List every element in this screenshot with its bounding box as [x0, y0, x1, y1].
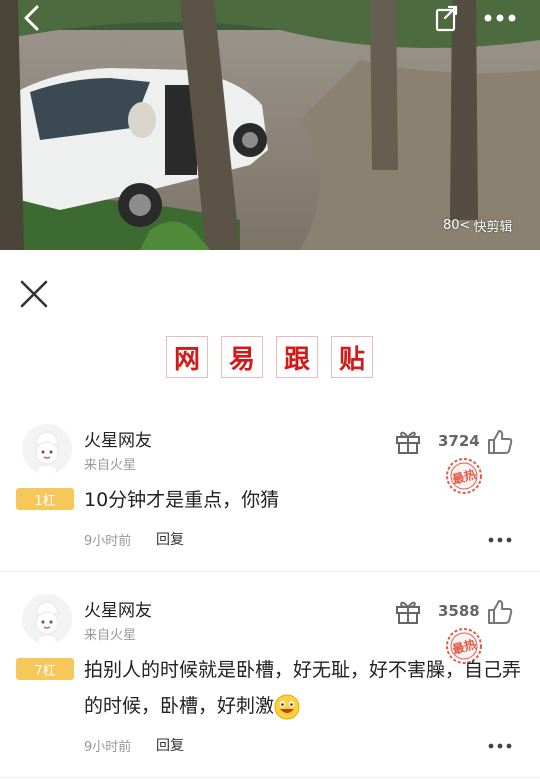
- thumbs-up-icon: [488, 600, 513, 624]
- like-count: 3724: [438, 432, 480, 450]
- like-button[interactable]: [486, 598, 514, 626]
- chevron-left-icon: [24, 5, 39, 31]
- brand-char: 贴: [331, 336, 373, 378]
- comment-text: 10分钟才是重点，你猜: [84, 489, 280, 511]
- comment-more-button[interactable]: [486, 532, 514, 546]
- brand-logo: 网 易 跟 贴: [166, 336, 373, 378]
- username[interactable]: 火星网友: [84, 596, 152, 621]
- comment-time: 9小时前: [84, 534, 132, 549]
- share-icon: [435, 5, 458, 32]
- username[interactable]: 火星网友: [84, 426, 152, 451]
- comment-time: 9小时前: [84, 740, 132, 755]
- gift-button[interactable]: [394, 598, 422, 624]
- gift-icon: [396, 431, 420, 454]
- more-horizontal-icon: [488, 537, 512, 543]
- like-button[interactable]: [486, 428, 514, 456]
- user-location: 来自火星: [84, 458, 137, 473]
- close-icon: [20, 280, 48, 308]
- gift-icon: [396, 601, 420, 624]
- divider: [0, 571, 540, 572]
- reply-button[interactable]: 回复: [156, 735, 184, 755]
- back-button[interactable]: [18, 4, 46, 32]
- watermark-text: 快剪辑: [473, 220, 513, 235]
- comment-text-body: 拍别人的时候就是卧槽，好无耻，好不害臊，自己弄的时候，卧槽，好刺激: [84, 659, 522, 717]
- brand-char: 易: [221, 336, 263, 378]
- watermark-logo: 80<: [443, 218, 471, 233]
- brand-char: 网: [166, 336, 208, 378]
- video-frame-image: [0, 0, 540, 250]
- more-button[interactable]: [480, 4, 520, 32]
- share-button[interactable]: [432, 4, 462, 32]
- video-watermark: 80< 快剪辑: [443, 216, 512, 235]
- thumbs-up-icon: [488, 430, 513, 454]
- more-horizontal-icon: [488, 743, 512, 749]
- comment-more-button[interactable]: [486, 738, 514, 752]
- close-button[interactable]: [18, 278, 50, 310]
- comment-item: 火星网友 来自火星 3724 最热 1杠 10分钟才是重点，你猜 9小时前 回复: [0, 422, 540, 568]
- comment-text: 拍别人的时候就是卧槽，好无耻，好不害臊，自己弄的时候，卧槽，好刺激: [84, 652, 524, 724]
- comment-item: 火星网友 来自火星 3588 最热 7杠 拍别人的时候就是卧槽，好无耻，好不害臊…: [0, 592, 540, 772]
- user-location: 来自火星: [84, 628, 137, 643]
- gift-button[interactable]: [394, 428, 422, 454]
- avatar[interactable]: [22, 594, 72, 644]
- more-horizontal-icon: [484, 14, 516, 22]
- reply-button[interactable]: 回复: [156, 529, 184, 549]
- grinning-face-icon: [274, 694, 300, 719]
- brand-char: 跟: [276, 336, 318, 378]
- floor-badge: 1杠: [16, 488, 74, 510]
- avatar[interactable]: [22, 424, 72, 474]
- avatar-icon: [22, 594, 72, 644]
- comment-sheet: 网 易 跟 贴 火星网友 来自火星 3724 最热 1杠 10分钟才是重点，你猜…: [0, 252, 540, 780]
- avatar-icon: [22, 424, 72, 474]
- divider: [0, 777, 540, 778]
- like-count: 3588: [438, 602, 480, 620]
- floor-badge: 7杠: [16, 658, 74, 680]
- video-player[interactable]: 80< 快剪辑: [0, 0, 540, 250]
